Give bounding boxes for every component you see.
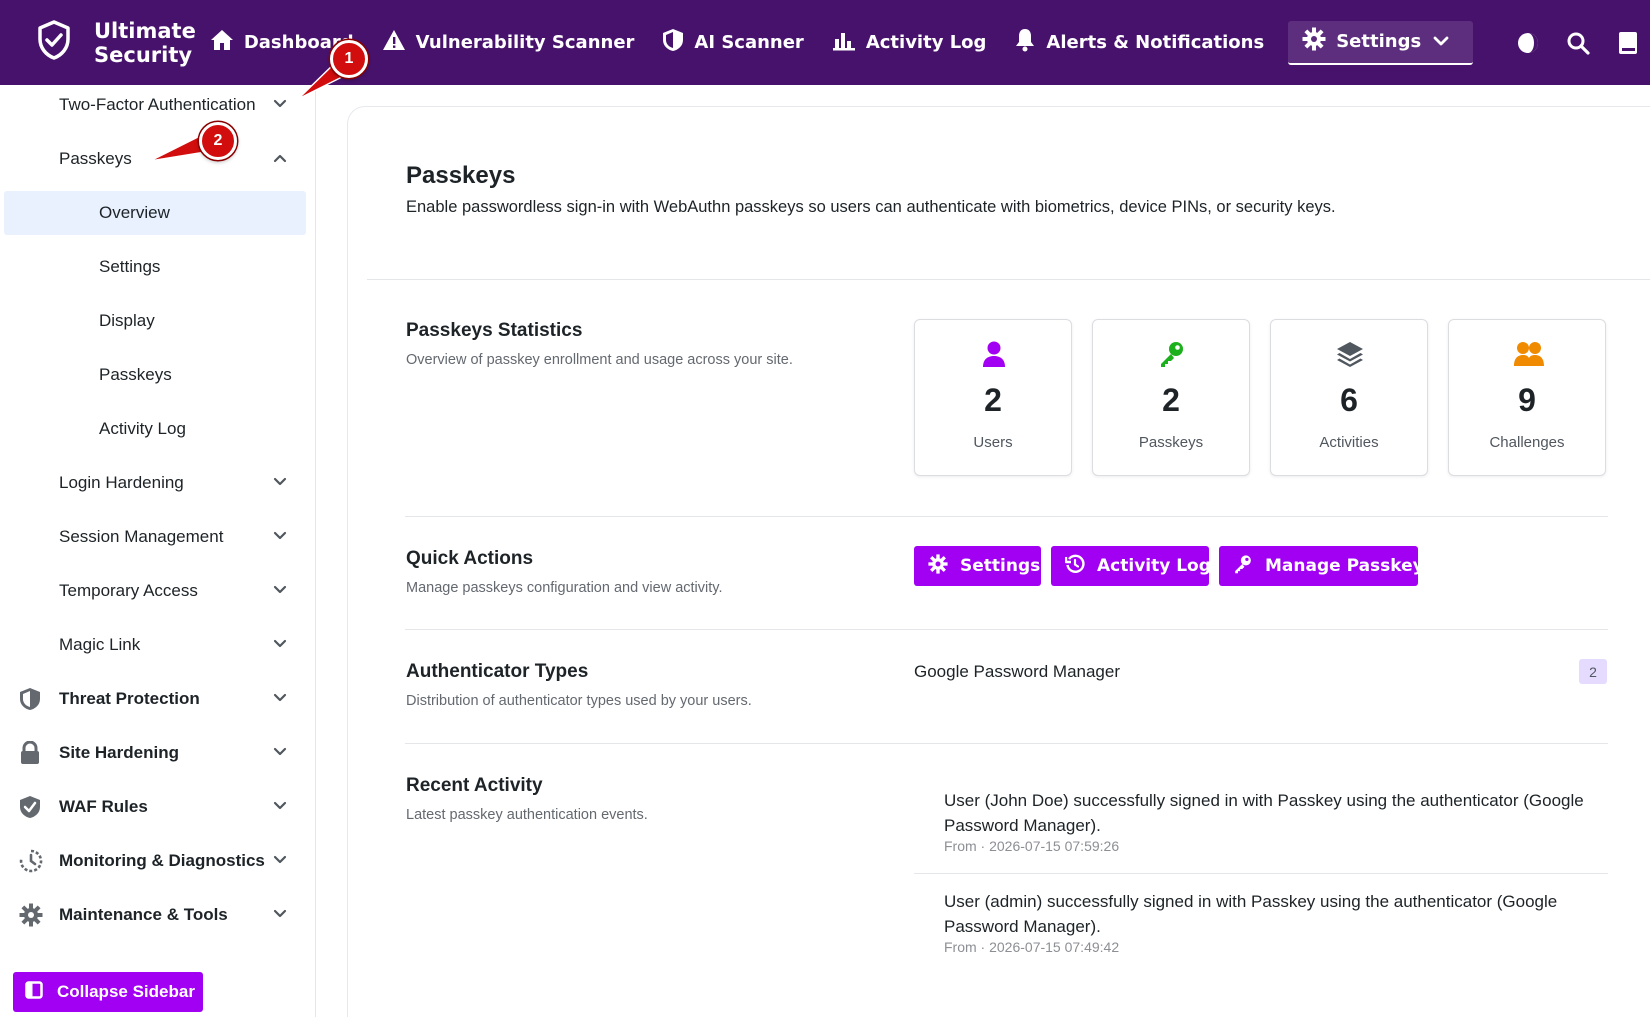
callout-badge-1: 1 bbox=[330, 40, 368, 78]
callout-badge-2: 2 bbox=[199, 122, 237, 160]
callout-arrows bbox=[149, 61, 358, 162]
